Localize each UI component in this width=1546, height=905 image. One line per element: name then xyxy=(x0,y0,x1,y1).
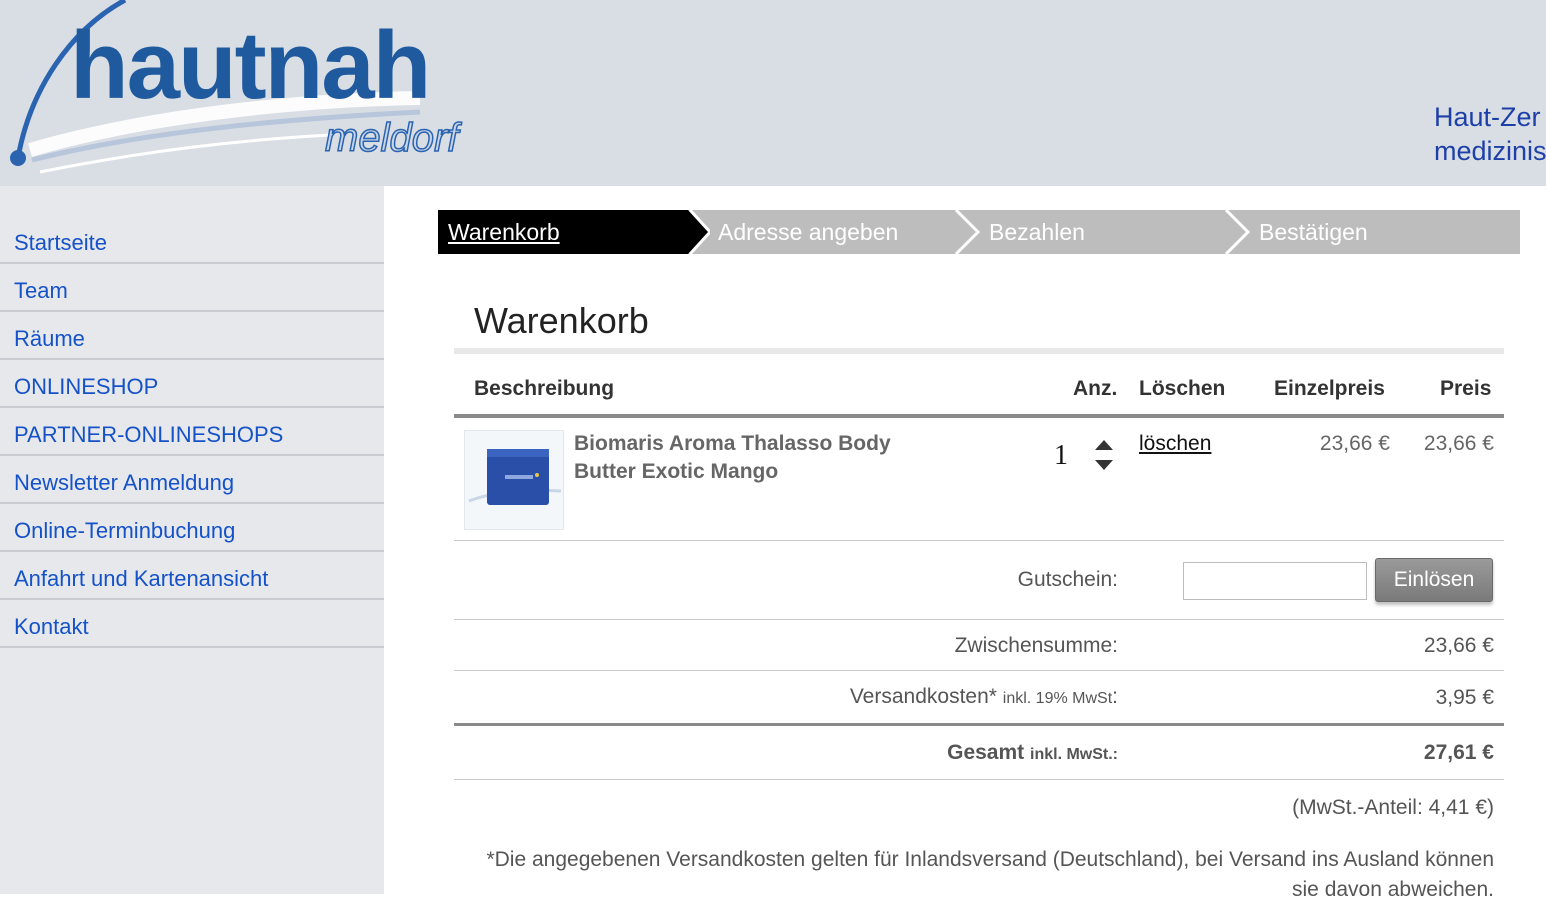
increment-arrow-icon xyxy=(1095,440,1113,450)
step-label: Bezahlen xyxy=(989,219,1085,245)
total-value: 27,61 € xyxy=(1423,741,1494,764)
divider xyxy=(454,348,1504,354)
site-header: hautnah meldorf Haut-Zer medizinis xyxy=(0,0,1546,186)
shipping-vat-note: inkl. 19% MwSt xyxy=(1002,690,1113,707)
header-tagline: Haut-Zer medizinis xyxy=(1434,100,1546,168)
cart-title: Warenkorb xyxy=(474,300,649,341)
step-bestaetigen[interactable]: Bestätigen xyxy=(1249,210,1499,254)
product-name[interactable]: Biomaris Aroma Thalasso Body Butter Exot… xyxy=(574,430,934,486)
total-label-text: Gesamt xyxy=(947,741,1025,764)
sidebar-item-startseite[interactable]: Startseite xyxy=(0,216,384,264)
stepper-arrows-icon xyxy=(1095,440,1113,470)
logo-subtitle: meldorf xyxy=(324,116,459,160)
col-header-price: Preis xyxy=(1440,377,1492,400)
step-label: Adresse angeben xyxy=(718,219,899,245)
shipping-label-text: Versandkosten* xyxy=(849,685,997,708)
tagline-line-1: Haut-Zer xyxy=(1434,102,1541,132)
coupon-input[interactable] xyxy=(1183,562,1367,600)
divider xyxy=(454,414,1504,418)
step-chevron-icon xyxy=(1224,210,1250,254)
divider xyxy=(454,779,1504,780)
sidebar-item-kontakt[interactable]: Kontakt xyxy=(0,600,384,648)
subtotal-label: Zwischensumme: xyxy=(954,634,1118,657)
step-chevron-icon xyxy=(954,210,980,254)
tagline-line-2: medizinis xyxy=(1434,136,1546,166)
col-header-delete: Löschen xyxy=(1139,377,1226,400)
col-header-description: Beschreibung xyxy=(474,377,615,400)
sidebar-link[interactable]: PARTNER-ONLINESHOPS xyxy=(14,414,283,448)
step-label: Warenkorb xyxy=(448,219,560,245)
product-thumbnail[interactable] xyxy=(464,430,564,530)
total-vat-note: inkl. MwSt.: xyxy=(1030,746,1118,763)
redeem-coupon-button[interactable]: Einlösen xyxy=(1375,558,1493,602)
sidebar-item-team[interactable]: Team xyxy=(0,264,384,312)
quantity-stepper[interactable] xyxy=(1094,440,1114,479)
sidebar-link[interactable]: Newsletter Anmeldung xyxy=(14,462,234,496)
step-chevron-icon xyxy=(680,210,710,254)
unit-price: 23,66 € xyxy=(1319,432,1390,455)
shipping-label: Versandkosten* inkl. 19% MwSt: xyxy=(850,685,1118,709)
sidebar-item-anfahrt[interactable]: Anfahrt und Kartenansicht xyxy=(0,552,384,600)
step-label: Bestätigen xyxy=(1259,219,1368,245)
shipping-footnote: *Die angegebenen Versandkosten gelten fü… xyxy=(486,848,1494,901)
sidebar-item-terminbuchung[interactable]: Online-Terminbuchung xyxy=(0,504,384,552)
checkout-steps: Warenkorb Adresse angeben Bezahlen Bestä… xyxy=(438,210,1520,254)
divider xyxy=(454,619,1504,620)
shipping-value: 3,95 € xyxy=(1435,686,1494,709)
sidebar-link[interactable]: Kontakt xyxy=(14,606,89,640)
logo-wordmark: hautnah xyxy=(70,12,431,119)
step-warenkorb[interactable]: Warenkorb xyxy=(438,210,688,254)
total-label: Gesamt inkl. MwSt.: xyxy=(947,741,1118,765)
sidebar-link[interactable]: Startseite xyxy=(14,222,107,256)
sidebar-link[interactable]: Online-Terminbuchung xyxy=(14,510,235,544)
site-logo[interactable]: hautnah meldorf xyxy=(0,0,480,186)
sidebar-nav: Startseite Team Räume ONLINESHOP PARTNER… xyxy=(0,186,384,894)
step-adresse[interactable]: Adresse angeben xyxy=(708,210,958,254)
line-price: 23,66 € xyxy=(1423,432,1494,455)
vat-share: (MwSt.-Anteil: 4,41 €) xyxy=(1292,796,1494,819)
delete-item-link[interactable]: löschen xyxy=(1139,432,1211,456)
sidebar-link[interactable]: Räume xyxy=(14,318,85,352)
step-bezahlen[interactable]: Bezahlen xyxy=(979,210,1229,254)
sidebar-item-raeume[interactable]: Räume xyxy=(0,312,384,360)
quantity-value: 1 xyxy=(1054,440,1068,471)
sidebar-link[interactable]: ONLINESHOP xyxy=(14,366,158,400)
divider xyxy=(454,540,1504,541)
coupon-label: Gutschein: xyxy=(1017,568,1118,591)
col-header-qty: Anz. xyxy=(1073,377,1118,400)
sidebar-item-partner-onlineshops[interactable]: PARTNER-ONLINESHOPS xyxy=(0,408,384,456)
subtotal-value: 23,66 € xyxy=(1423,634,1494,657)
sidebar-item-newsletter[interactable]: Newsletter Anmeldung xyxy=(0,456,384,504)
divider xyxy=(454,723,1504,726)
col-header-unit-price: Einzelpreis xyxy=(1274,377,1385,400)
sidebar-link[interactable]: Anfahrt und Kartenansicht xyxy=(14,558,268,592)
product-jar-image xyxy=(465,431,563,529)
sidebar-item-onlineshop[interactable]: ONLINESHOP xyxy=(0,360,384,408)
sidebar-link[interactable]: Team xyxy=(14,270,68,304)
divider xyxy=(454,670,1504,671)
decrement-arrow-icon xyxy=(1095,460,1113,470)
shipping-colon: : xyxy=(1112,685,1118,708)
